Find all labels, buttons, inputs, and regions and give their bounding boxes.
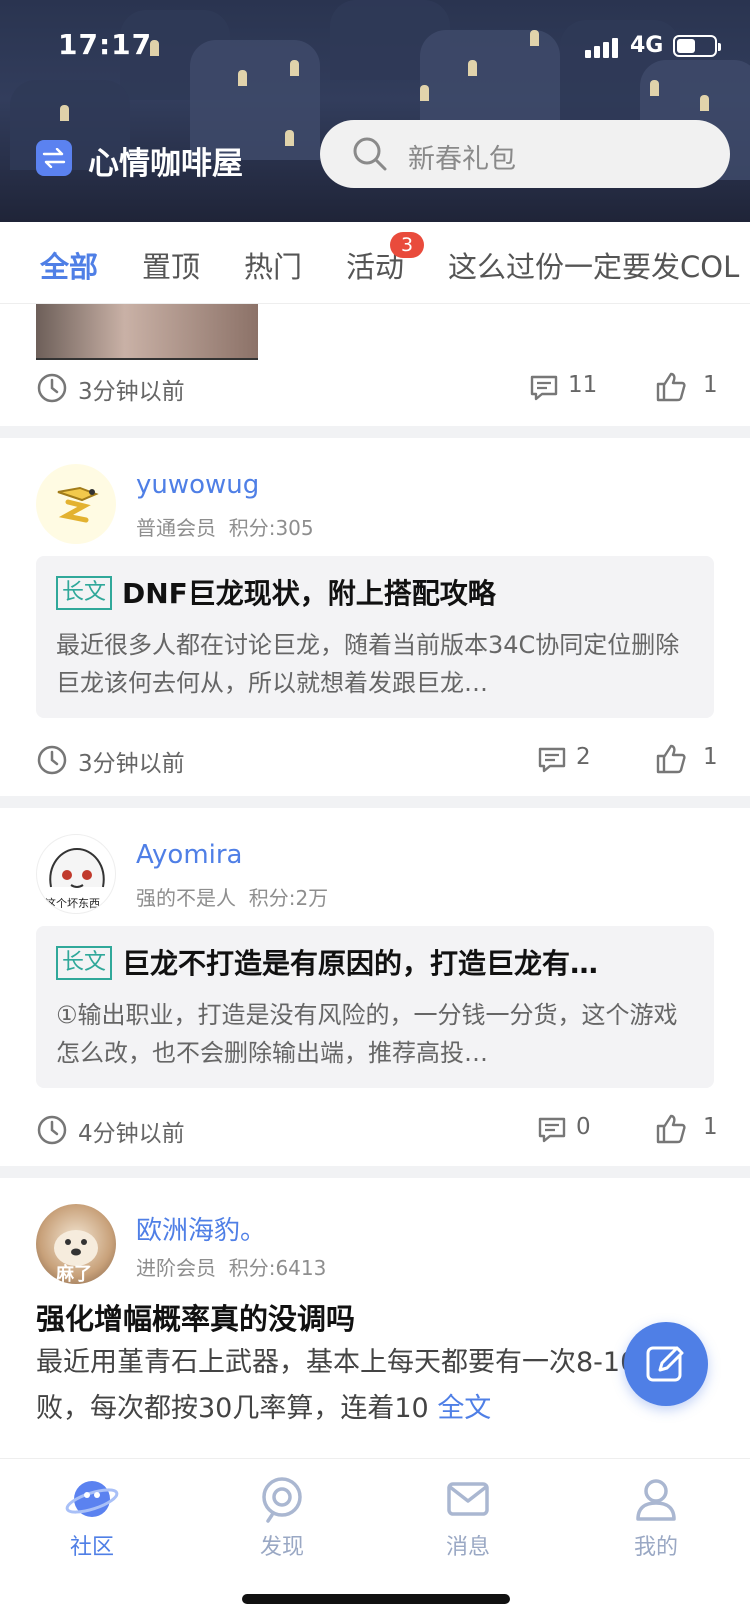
clock-icon [37,745,67,775]
like-count: 1 [703,744,718,770]
post-meta-row: 4分钟以前 0 1 [36,1110,718,1150]
post-time: 3分钟以前 [78,379,185,405]
tab-topic[interactable]: 这么过份一定要发COL [448,244,739,286]
nav-label: 消息 [445,1535,490,1560]
user-rank-points: 进阶会员 积分:6413 [136,1252,326,1281]
swap-arrows-icon [36,140,72,176]
comment-count: 2 [576,744,591,770]
battery-icon [673,35,721,57]
post-time: 4分钟以前 [78,1121,185,1147]
post-body[interactable]: 最近用堇青石上武器，基本上每天都要有一次8-10连败，每次都按30几率算，连着1… [36,1340,716,1432]
comment-icon[interactable] [536,744,568,776]
avatar[interactable] [36,464,116,544]
post-separator [0,796,750,808]
header-banner: 17:17 4G 心情咖啡屋 新春礼包 [0,0,750,222]
comment-icon[interactable] [536,1114,568,1146]
compose-button[interactable] [624,1322,708,1406]
long-article-tag: 长文 [56,576,113,610]
nav-label: 发现 [259,1535,304,1560]
username[interactable]: 欧洲海豹。 [136,1210,266,1247]
comment-count: 11 [568,372,598,398]
nav-label: 社区 [69,1535,114,1560]
post-meta-row: 3分钟以前 11 1 [36,368,718,408]
tab-hot[interactable]: 热门 [244,244,302,286]
avatar[interactable]: 这个坏东西 [36,834,116,914]
discover-icon [262,1477,302,1523]
community-planet-icon [65,1481,119,1517]
post-body-text: 最近用堇青石上武器，基本上每天都要有一次8-10连败，每次都按30几率算，连着1… [36,1347,665,1424]
post-meta-row: 3分钟以前 2 1 [36,740,718,780]
tab-pinned[interactable]: 置顶 [142,244,200,286]
user-rank: 强的不是人 [136,886,236,910]
window-light [700,95,709,111]
edit-icon [646,1346,684,1382]
thumbs-up-icon[interactable] [654,742,688,776]
article-excerpt: ①输出职业，打造是没有风险的，一分钱一分货，这个游戏怎么改，也不会删除输出端，推… [56,1001,678,1067]
signal-icon [585,36,619,58]
long-article-tag: 长文 [56,946,113,980]
events-badge: 3 [390,232,424,258]
home-indicator[interactable] [242,1594,510,1604]
user-rank-points: 强的不是人 积分:2万 [136,882,328,911]
nav-messages[interactable]: 消息 [408,1475,528,1561]
like-count: 1 [703,372,718,398]
tab-all[interactable]: 全部 [40,244,98,286]
post-image[interactable] [36,304,258,360]
clock-icon [37,373,67,403]
article-title: DNF巨龙现状，附上搭配攻略 [122,577,496,610]
status-bar: 17:17 4G [0,0,750,90]
article-excerpt: 最近很多人都在讨论巨龙，随着当前版本34C协同定位删除巨龙该何去何从，所以就想着… [56,631,680,697]
search-input[interactable]: 新春礼包 [320,120,730,188]
app-title[interactable]: 心情咖啡屋 [88,138,243,183]
status-time: 17:17 [58,28,153,61]
post-feed[interactable]: 3分钟以前 11 1 yuwowug 普通会员 积分:305 长文 DNF巨龙现… [0,304,750,1458]
comment-icon[interactable] [528,372,560,404]
clock-icon [37,1115,67,1145]
avatar-caption: 麻了 [56,1264,92,1284]
nav-label: 我的 [633,1535,678,1560]
nav-profile[interactable]: 我的 [596,1475,716,1561]
post-separator [0,1166,750,1178]
message-envelope-icon [447,1482,489,1516]
username[interactable]: Ayomira [136,840,243,870]
post-separator [0,426,750,438]
avatar[interactable]: 麻了 [36,1204,116,1284]
article-card[interactable]: 长文 巨龙不打造是有原因的，打造巨龙有… ①输出职业，打造是没有风险的，一分钱一… [36,926,714,1088]
post-title[interactable]: 强化增幅概率真的没调吗 [36,1296,355,1338]
user-points: 积分:6413 [228,1256,327,1280]
user-rank-points: 普通会员 积分:305 [136,512,314,541]
profile-icon [636,1479,676,1521]
username[interactable]: yuwowug [136,470,259,500]
thumbs-up-icon[interactable] [654,1112,688,1146]
search-placeholder: 新春礼包 [408,144,516,175]
user-points: 积分:305 [228,516,314,540]
window-light [285,130,294,146]
network-type: 4G [630,33,664,58]
nav-community[interactable]: 社区 [32,1475,152,1561]
search-icon [353,137,387,171]
avatar-caption: 这个坏东西 [45,897,100,910]
read-more-link[interactable]: 全文 [437,1393,491,1424]
window-light [60,105,69,121]
category-tabs: 全部 置顶 热门 活动 这么过份一定要发COL [0,222,750,304]
like-count: 1 [703,1114,718,1140]
user-rank: 进阶会员 [136,1256,216,1280]
comment-count: 0 [576,1114,591,1140]
nav-discover[interactable]: 发现 [222,1475,342,1561]
post-time: 3分钟以前 [78,751,185,777]
article-title: 巨龙不打造是有原因的，打造巨龙有… [122,947,599,980]
user-rank: 普通会员 [136,516,216,540]
article-card[interactable]: 长文 DNF巨龙现状，附上搭配攻略 最近很多人都在讨论巨龙，随着当前版本34C协… [36,556,714,718]
thumbs-up-icon[interactable] [654,370,688,404]
user-points: 积分:2万 [248,886,329,910]
